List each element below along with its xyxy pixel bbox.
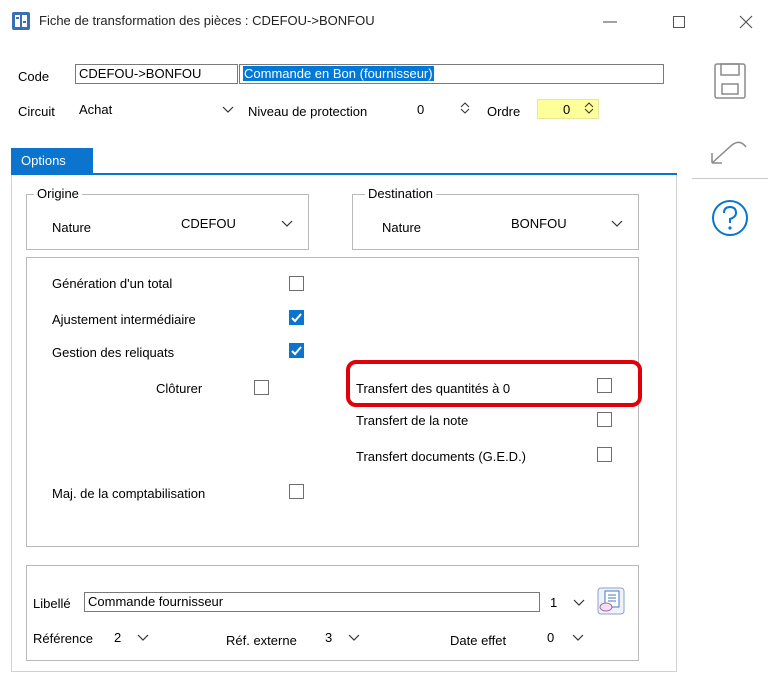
origine-nature-label: Nature: [52, 220, 92, 235]
reliquats-checkbox[interactable]: [289, 343, 304, 358]
undo-icon[interactable]: [710, 137, 747, 173]
highlight-annotation: [346, 360, 642, 407]
cloturer-checkbox[interactable]: [254, 380, 269, 395]
circuit-value: Achat: [79, 101, 113, 117]
chevron-down-icon: [610, 216, 624, 230]
close-icon[interactable]: [737, 12, 755, 30]
help-icon[interactable]: [711, 199, 748, 236]
generation-total-checkbox[interactable]: [289, 276, 304, 291]
protection-value: 0: [417, 101, 425, 117]
libelle-combo[interactable]: 1: [546, 592, 590, 612]
maj-compta-checkbox[interactable]: [289, 484, 304, 499]
destination-nature-select[interactable]: BONFOU: [507, 213, 628, 233]
chevron-down-icon: [572, 595, 586, 609]
checkmark-icon: [291, 346, 302, 356]
ref-externe-select[interactable]: 3: [321, 627, 365, 647]
tab-options[interactable]: Options: [11, 148, 93, 174]
destination-nature-value: BONFOU: [511, 215, 567, 231]
reliquats-label: Gestion des reliquats: [52, 345, 175, 360]
circuit-label: Circuit: [18, 104, 55, 119]
chevron-down-icon: [221, 102, 235, 116]
transfert-note-label: Transfert de la note: [356, 413, 469, 428]
libelle-label: Libellé: [33, 596, 71, 611]
code-label: Code: [18, 69, 50, 84]
spin-updown-icon[interactable]: [459, 101, 471, 118]
reference-label: Référence: [33, 631, 93, 646]
spin-updown-icon[interactable]: [583, 101, 595, 118]
ordre-label: Ordre: [487, 104, 521, 119]
maximize-icon[interactable]: [670, 12, 688, 30]
app-icon: [12, 12, 30, 30]
ajustement-checkbox[interactable]: [289, 310, 304, 325]
origine-nature-select[interactable]: CDEFOU: [177, 213, 298, 233]
libelle-input[interactable]: Commande fournisseur: [84, 592, 540, 612]
transfert-documents-label: Transfert documents (G.E.D.): [356, 449, 527, 464]
ref-externe-value: 3: [325, 629, 333, 645]
tab-options-label: Options: [21, 153, 66, 168]
origine-nature-value: CDEFOU: [181, 215, 236, 231]
ordre-value: 0: [563, 101, 571, 117]
libelle-combo-value: 1: [550, 594, 558, 610]
ref-externe-label: Réf. externe: [226, 633, 297, 648]
protection-label: Niveau de protection: [248, 104, 368, 119]
cloturer-label: Clôturer: [156, 381, 203, 396]
transfert-documents-checkbox[interactable]: [597, 447, 612, 462]
generation-total-label: Génération d'un total: [52, 276, 173, 291]
save-icon[interactable]: [712, 62, 748, 99]
reference-select[interactable]: 2: [110, 627, 154, 647]
maj-compta-label: Maj. de la comptabilisation: [52, 486, 206, 501]
checkmark-icon: [291, 313, 302, 323]
circuit-select[interactable]: Achat: [75, 99, 239, 119]
window-title: Fiche de transformation des pièces : CDE…: [39, 13, 375, 28]
code-description-input[interactable]: Commande en Bon (fournisseur): [239, 64, 664, 84]
date-effet-label: Date effet: [450, 633, 507, 648]
chevron-down-icon: [280, 216, 294, 230]
chevron-down-icon: [347, 630, 361, 644]
origine-legend: Origine: [34, 186, 82, 201]
chevron-down-icon: [571, 630, 585, 644]
protection-spinner[interactable]: 0: [413, 99, 475, 119]
ajustement-label: Ajustement intermédiaire: [52, 312, 196, 327]
date-effet-select[interactable]: 0: [543, 627, 589, 647]
code-input[interactable]: CDEFOU->BONFOU: [75, 64, 238, 84]
ordre-spinner[interactable]: 0: [537, 99, 599, 119]
code-description-text: Commande en Bon (fournisseur): [243, 66, 434, 81]
toolbar-separator: [692, 178, 768, 179]
reference-value: 2: [114, 629, 122, 645]
destination-legend: Destination: [365, 186, 437, 201]
transfert-note-checkbox[interactable]: [597, 412, 612, 427]
list-picker-icon[interactable]: [597, 587, 625, 615]
minimize-icon[interactable]: [601, 12, 619, 30]
date-effet-value: 0: [547, 629, 555, 645]
chevron-down-icon: [136, 630, 150, 644]
destination-nature-label: Nature: [382, 220, 422, 235]
